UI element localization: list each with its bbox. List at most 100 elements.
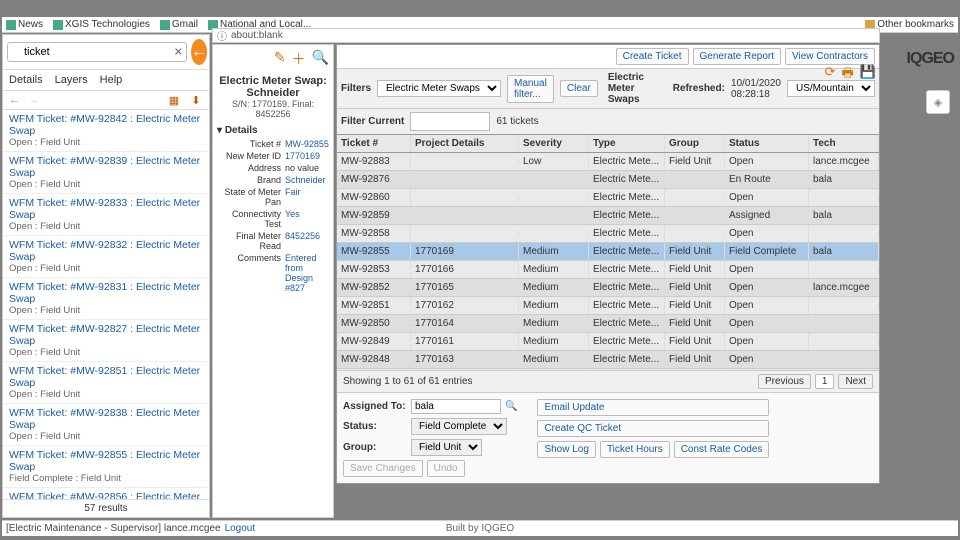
search-results: WFM Ticket: #MW-92842 : Electric Meter S… (3, 110, 209, 499)
create-qc-button[interactable]: Create QC Ticket (537, 420, 769, 437)
table-row[interactable]: MW-928491770161MediumElectric Mete...Fie… (337, 333, 879, 351)
logout-link[interactable]: Logout (225, 523, 256, 534)
clear-filter-button[interactable]: Clear (560, 80, 598, 97)
pager-page[interactable]: 1 (815, 374, 835, 389)
result-item[interactable]: WFM Ticket: #MW-92855 : Electric Meter S… (3, 446, 209, 488)
save-button[interactable]: Save Changes (343, 460, 423, 477)
table-row[interactable]: MW-928481770163MediumElectric Mete...Fie… (337, 351, 879, 369)
detail-row: New Meter ID1770169 (217, 150, 329, 162)
result-item[interactable]: WFM Ticket: #MW-92838 : Electric Meter S… (3, 404, 209, 446)
table-row[interactable]: MW-928531770166MediumElectric Mete...Fie… (337, 261, 879, 279)
refreshed-label: Refreshed: (673, 83, 725, 94)
save-icon[interactable]: 💾 (860, 64, 876, 86)
address-bar[interactable]: ⓘabout:blank (212, 28, 880, 43)
view-contractors-button[interactable]: View Contractors (785, 48, 875, 65)
table-row[interactable]: MW-928551770169MediumElectric Mete...Fie… (337, 243, 879, 261)
filter-select[interactable]: Electric Meter Swaps (377, 80, 501, 97)
detail-row: Addressno value (217, 162, 329, 174)
tab-details[interactable]: Details (9, 74, 43, 86)
edit-form: Assigned To:🔍 Status:Field Complete Grou… (337, 392, 879, 483)
col-tech[interactable]: Tech (809, 135, 879, 152)
manual-filter-button[interactable]: Manual filter... (507, 75, 554, 103)
built-by: Built by IQGEO (446, 523, 514, 534)
table-row[interactable]: MW-92859Electric Mete...Assignedbala (337, 207, 879, 225)
bookmark-item[interactable]: News (6, 19, 43, 30)
refresh-icon[interactable]: ⟳ (825, 64, 836, 86)
pager-next[interactable]: Next (838, 374, 873, 389)
detail-subtitle: S/N: 1770169. Final: 8452256 (217, 99, 329, 119)
col-ticket[interactable]: Ticket # (337, 135, 411, 152)
table-body: MW-92883LowElectric Mete...Field UnitOpe… (337, 153, 879, 370)
left-panel: 🔍 ✕ ← Details Layers Help ← → ▦ ⬇ WFM Ti… (2, 34, 210, 518)
tickets-panel: Create Ticket Generate Report View Contr… (336, 44, 880, 484)
table-row[interactable]: MW-928511770162MediumElectric Mete...Fie… (337, 297, 879, 315)
detail-row: Ticket #MW-92855 (217, 138, 329, 150)
showing-entries: Showing 1 to 61 of 61 entries (343, 376, 473, 387)
table-header: Ticket # Project Details Severity Type G… (337, 135, 879, 153)
generate-report-button[interactable]: Generate Report (693, 48, 782, 65)
filter-title: Electric Meter Swaps (608, 72, 661, 105)
search-input[interactable] (7, 42, 187, 62)
panel-icons: ⟳ 🖶 💾 (825, 64, 876, 86)
detail-section-header[interactable]: ▾ Details (217, 123, 329, 138)
result-item[interactable]: WFM Ticket: #MW-92856 : Electric Meter S… (3, 488, 209, 499)
detail-row: State of Meter PanFair (217, 186, 329, 208)
add-icon[interactable]: ＋ (292, 49, 306, 69)
result-item[interactable]: WFM Ticket: #MW-92832 : Electric Meter S… (3, 236, 209, 278)
nav-fwd-icon[interactable]: → (28, 94, 39, 106)
col-project[interactable]: Project Details (411, 135, 519, 152)
table-row[interactable]: MW-92858Electric Mete...Open (337, 225, 879, 243)
detail-row: Final Meter Read8452256 (217, 230, 329, 252)
create-ticket-button[interactable]: Create Ticket (616, 48, 689, 65)
table-row[interactable]: MW-92876Electric Mete...En Routebala (337, 171, 879, 189)
bookmark-item[interactable]: XGIS Technologies (53, 19, 150, 30)
zoom-icon[interactable]: 🔍 (312, 49, 329, 69)
col-severity[interactable]: Severity (519, 135, 589, 152)
bookmark-item[interactable]: Gmail (160, 19, 198, 30)
back-button[interactable]: ← (191, 39, 207, 65)
filter-current-label: Filter Current (341, 116, 404, 127)
show-log-button[interactable]: Show Log (537, 441, 595, 458)
email-update-button[interactable]: Email Update (537, 399, 769, 416)
nav-back-icon[interactable]: ← (9, 94, 20, 106)
status-bar: [Electric Maintenance - Supervisor] lanc… (2, 520, 958, 536)
table-row[interactable]: MW-928501770164MediumElectric Mete...Fie… (337, 315, 879, 333)
col-status[interactable]: Status (725, 135, 809, 152)
table-row[interactable]: MW-92883LowElectric Mete...Field UnitOpe… (337, 153, 879, 171)
detail-row: BrandSchneider (217, 174, 329, 186)
result-item[interactable]: WFM Ticket: #MW-92831 : Electric Meter S… (3, 278, 209, 320)
download-icon[interactable]: ⬇ (189, 93, 203, 107)
filter-current-input[interactable] (410, 112, 490, 131)
table-row[interactable]: MW-92860Electric Mete...Open (337, 189, 879, 207)
result-item[interactable]: WFM Ticket: #MW-92827 : Electric Meter S… (3, 320, 209, 362)
edit-icon[interactable]: ✎ (274, 49, 286, 69)
group-label: Group: (343, 442, 407, 453)
assigned-search-icon[interactable]: 🔍 (505, 401, 517, 412)
logo: IQGEO (884, 50, 954, 68)
col-group[interactable]: Group (665, 135, 725, 152)
filters-label: Filters (341, 83, 371, 94)
pager-prev[interactable]: Previous (758, 374, 811, 389)
ticket-hours-button[interactable]: Ticket Hours (600, 441, 670, 458)
clear-search-icon[interactable]: ✕ (174, 46, 183, 59)
grid-icon[interactable]: ▦ (167, 93, 181, 107)
print-icon[interactable]: 🖶 (842, 64, 854, 86)
tab-layers[interactable]: Layers (55, 74, 88, 86)
assigned-input[interactable] (411, 399, 501, 414)
result-item[interactable]: WFM Ticket: #MW-92839 : Electric Meter S… (3, 152, 209, 194)
group-select[interactable]: Field Unit (411, 439, 482, 456)
tab-help[interactable]: Help (100, 74, 123, 86)
result-item[interactable]: WFM Ticket: #MW-92842 : Electric Meter S… (3, 110, 209, 152)
undo-button[interactable]: Undo (427, 460, 465, 477)
result-item[interactable]: WFM Ticket: #MW-92851 : Electric Meter S… (3, 362, 209, 404)
col-type[interactable]: Type (589, 135, 665, 152)
table-row[interactable]: MW-928521770165MediumElectric Mete...Fie… (337, 279, 879, 297)
right-toolbar: ◈ (926, 90, 954, 114)
ticket-count: 61 tickets (496, 116, 538, 127)
layers-tool-icon[interactable]: ◈ (926, 90, 950, 114)
status-select[interactable]: Field Complete (411, 418, 507, 435)
result-item[interactable]: WFM Ticket: #MW-92833 : Electric Meter S… (3, 194, 209, 236)
refreshed-time: 10/01/2020 08:28:18 (731, 78, 781, 100)
const-rate-button[interactable]: Const Rate Codes (674, 441, 770, 458)
detail-row: CommentsEntered from Design #827 (217, 252, 329, 294)
